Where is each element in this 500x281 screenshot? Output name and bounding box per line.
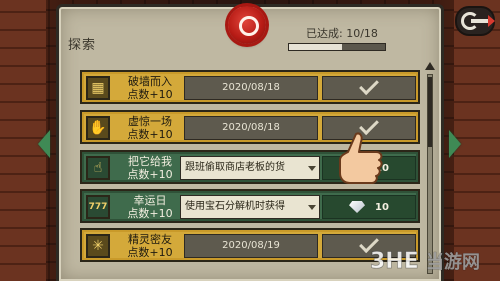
- achievement-name: 虚惊一场 点数+10: [118, 115, 182, 141]
- achievement-name: 破墙而入 点数+10: [118, 75, 182, 101]
- achievement-name: 把它给我 点数+10: [118, 155, 182, 181]
- reward-amount: 10: [375, 201, 389, 213]
- triple-seven-icon: 777: [86, 195, 110, 219]
- hint-text: 使用宝石分解机时获得: [185, 201, 285, 212]
- watermark-logo: 3HE 当游网: [370, 249, 481, 274]
- progress-bar: [288, 43, 386, 51]
- achievement-row[interactable]: ▦ 破墙而入 点数+10 2020/08/18: [80, 70, 420, 104]
- completion-date: 2020/08/19: [184, 234, 318, 258]
- hint-dropdown[interactable]: 使用宝石分解机时获得: [180, 195, 320, 219]
- reward-slot[interactable]: 10: [322, 195, 416, 219]
- svg-text:当游网: 当游网: [426, 251, 480, 273]
- exit-bar-icon: [471, 19, 489, 23]
- wax-seal-magnifier-icon: [228, 6, 266, 44]
- scroll-up-icon[interactable]: [425, 62, 435, 70]
- arrow-right-icon[interactable]: [449, 130, 461, 158]
- sparkle-icon: ✳: [86, 234, 110, 258]
- achievement-title: 破墙而入: [128, 75, 172, 88]
- wall-icon: ▦: [86, 76, 110, 100]
- progress-fill: [289, 44, 343, 50]
- checkmark-icon: [359, 75, 379, 96]
- achievement-title: 精灵密友: [128, 233, 172, 246]
- chevron-down-icon: [308, 166, 316, 171]
- achievement-points: 点数+10: [127, 168, 173, 181]
- grab-hand-icon: ☝: [86, 156, 110, 180]
- completion-date: 2020/08/18: [184, 116, 318, 140]
- achievement-title: 把它给我: [128, 155, 172, 168]
- completion-date: 2020/08/18: [184, 76, 318, 100]
- scrollbar-thumb[interactable]: [428, 77, 432, 147]
- scared-hand-icon: ✋: [86, 116, 110, 140]
- achievement-points: 点数+10: [127, 88, 173, 101]
- arrow-left-icon[interactable]: [38, 130, 50, 158]
- achievement-name: 幸运日 点数+10: [118, 194, 182, 220]
- reward-slot: [322, 75, 416, 100]
- achievement-name: 精灵密友 点数+10: [118, 233, 182, 259]
- exit-button[interactable]: [455, 6, 495, 36]
- hint-text: 跟班偷取商店老板的货: [185, 162, 285, 173]
- chevron-down-icon: [308, 205, 316, 210]
- achievement-row[interactable]: 777 幸运日 点数+10 使用宝石分解机时获得 10: [80, 189, 420, 223]
- exit-arrow-icon: [488, 15, 495, 27]
- progress-label: 已达成: 10/18: [306, 27, 378, 40]
- achievement-points: 点数+10: [127, 207, 173, 220]
- diamond-icon: [349, 201, 366, 213]
- achievement-points: 点数+10: [127, 128, 173, 141]
- achievement-title: 虚惊一场: [128, 115, 172, 128]
- svg-text:3HE: 3HE: [370, 249, 419, 274]
- scrollbar[interactable]: [427, 74, 433, 274]
- thumbs-up-hand-icon: [339, 132, 383, 184]
- panel-title: 探索: [68, 38, 97, 53]
- hint-dropdown[interactable]: 跟班偷取商店老板的货: [180, 156, 320, 180]
- achievement-points: 点数+10: [127, 246, 173, 259]
- achievement-title: 幸运日: [133, 194, 167, 207]
